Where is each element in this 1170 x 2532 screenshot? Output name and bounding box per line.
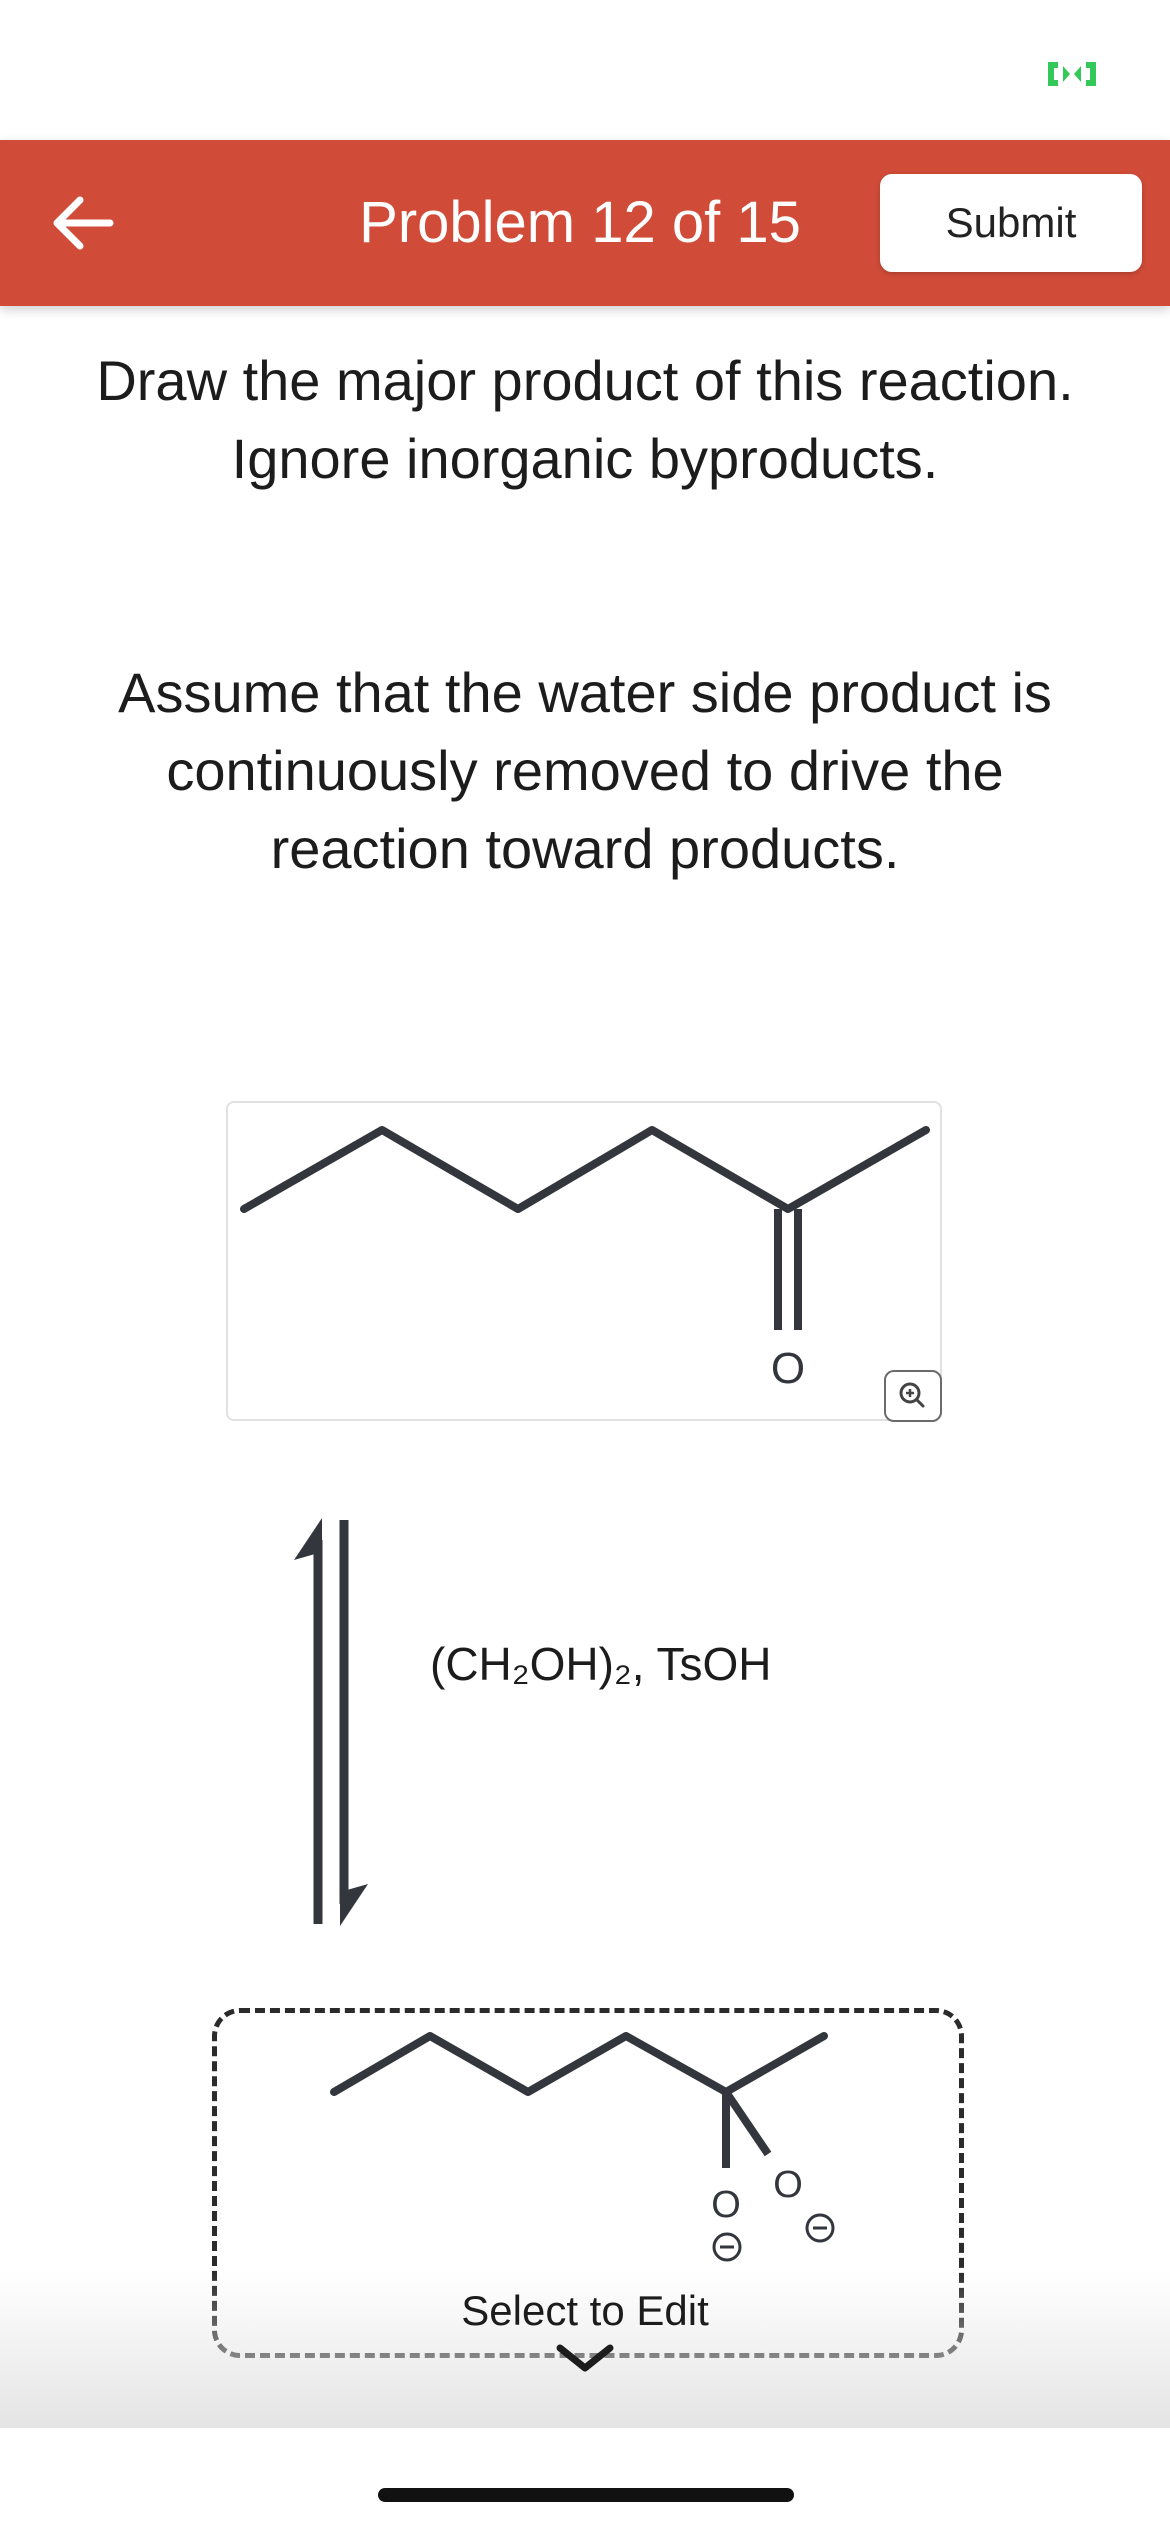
answer-oxygen-label-1: O	[711, 2184, 741, 2226]
chevron-down-icon[interactable]	[552, 2340, 618, 2376]
select-to-edit-label[interactable]: Select to Edit	[385, 2284, 785, 2338]
answer-bond-2	[722, 2089, 772, 2157]
answer-carbon-chain	[330, 2032, 828, 2096]
negative-charge-icon	[805, 2213, 835, 2243]
footer-area	[0, 2428, 1170, 2532]
home-indicator[interactable]	[378, 2488, 794, 2502]
answer-oxygen-label-2: O	[773, 2164, 803, 2206]
negative-charge-icon	[712, 2232, 742, 2262]
answer-molecule: O O	[330, 2032, 835, 2262]
